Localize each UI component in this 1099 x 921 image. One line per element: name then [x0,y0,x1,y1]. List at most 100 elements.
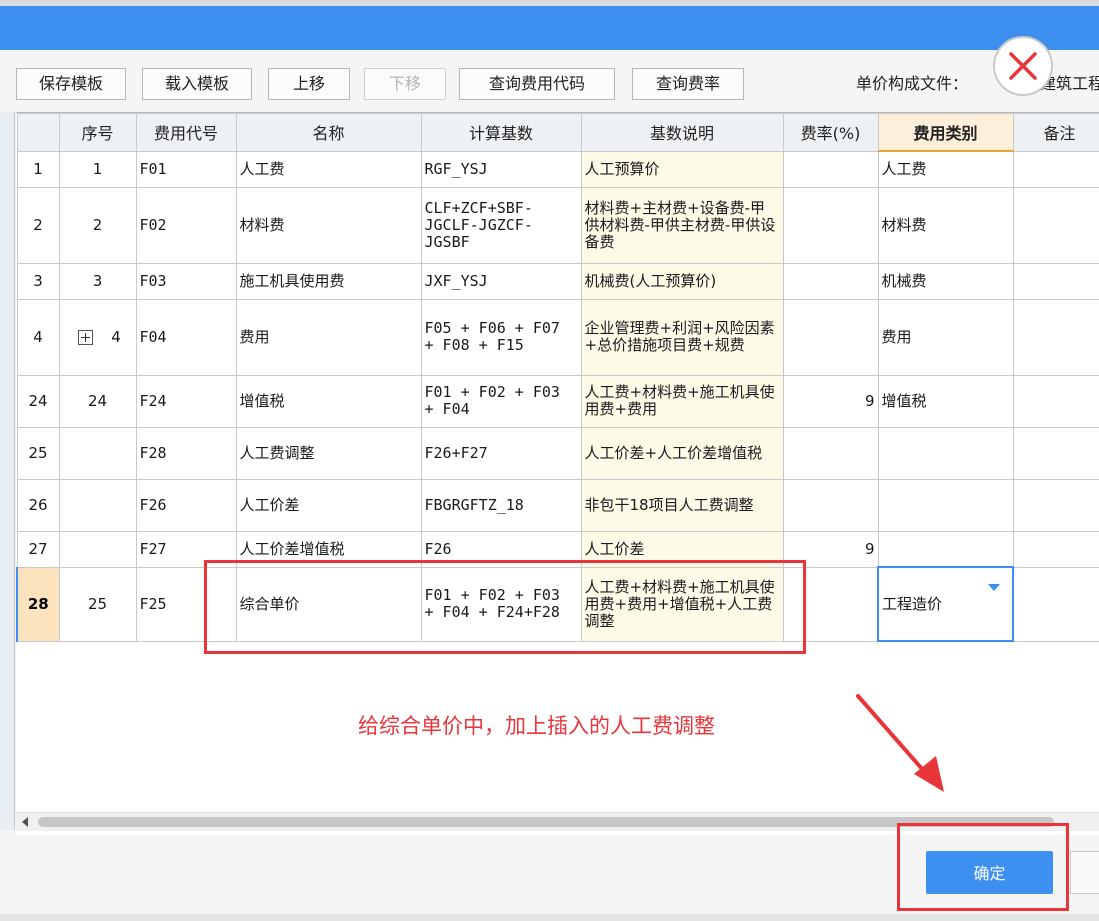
remark-cell[interactable] [1012,426,1099,480]
code-cell[interactable]: F01 [135,150,237,188]
remark-cell[interactable] [1012,530,1099,568]
name-cell[interactable]: 材料费 [235,186,422,264]
move-down-button[interactable]: 下移 [364,68,446,100]
category-dropdown[interactable]: 工程造价 [877,566,1014,642]
rate-cell[interactable] [782,426,879,480]
row-number[interactable]: 1 [16,150,60,188]
category-cell[interactable]: 增值税 [877,374,1014,428]
code-cell[interactable]: F03 [135,262,237,300]
remark-cell[interactable] [1012,566,1099,642]
desc-cell[interactable]: 人工费+材料费+施工机具使用费+费用 [580,374,784,428]
seq-cell[interactable]: 3 [58,262,137,300]
row-number[interactable]: 2 [16,186,60,264]
query-fee-code-button[interactable]: 查询费用代码 [459,68,615,100]
remark-cell[interactable] [1012,186,1099,264]
table-row[interactable]: 24 24 F24 增值税 F01 + F02 + F03 + F04 人工费+… [16,374,1099,428]
seq-cell[interactable] [58,530,137,568]
row-number[interactable]: 27 [16,530,60,568]
base-cell[interactable]: CLF+ZCF+SBF-JGCLF-JGZCF-JGSBF [420,186,582,264]
rate-cell[interactable] [782,478,879,532]
remark-cell[interactable] [1012,478,1099,532]
seq-cell[interactable] [58,426,137,480]
name-cell[interactable]: 人工费调整 [235,426,422,480]
desc-cell[interactable]: 企业管理费+利润+风险因素+总价措施项目费+规费 [580,298,784,376]
save-template-button[interactable]: 保存模板 [16,68,126,100]
desc-cell[interactable]: 人工预算价 [580,150,784,188]
header-rate[interactable]: 费率(%) [782,113,879,152]
header-seq[interactable]: 序号 [58,113,137,152]
rate-cell[interactable]: 9 [782,374,879,428]
header-base[interactable]: 计算基数 [420,113,582,152]
query-rate-button[interactable]: 查询费率 [632,68,744,100]
dropdown-arrow-icon[interactable] [988,584,1000,591]
rate-cell[interactable] [782,186,879,264]
code-cell[interactable]: F28 [135,426,237,480]
remark-cell[interactable] [1012,374,1099,428]
remark-cell[interactable] [1012,262,1099,300]
category-cell[interactable] [877,426,1014,480]
name-cell[interactable]: 人工费 [235,150,422,188]
cancel-button[interactable] [1070,851,1099,894]
base-cell[interactable]: RGF_YSJ [420,150,582,188]
rate-cell[interactable] [782,262,879,300]
desc-cell[interactable]: 材料费+主材费+设备费-甲供材料费-甲供主材费-甲供设备费 [580,186,784,264]
seq-cell[interactable]: 4 [58,298,137,376]
code-cell[interactable]: F24 [135,374,237,428]
table-row[interactable]: 3 3 F03 施工机具使用费 JXF_YSJ 机械费(人工预算价) 机械费 [16,262,1099,300]
move-up-button[interactable]: 上移 [268,68,350,100]
row-number[interactable]: 4 [16,298,60,376]
header-name[interactable]: 名称 [235,113,422,152]
seq-cell[interactable]: 1 [58,150,137,188]
rate-cell[interactable] [782,298,879,376]
row-number[interactable]: 25 [16,426,60,480]
load-template-button[interactable]: 载入模板 [142,68,252,100]
category-cell[interactable] [877,478,1014,532]
base-cell[interactable]: JXF_YSJ [420,262,582,300]
name-cell[interactable]: 施工机具使用费 [235,262,422,300]
name-cell[interactable]: 费用 [235,298,422,376]
table-row[interactable]: 25 F28 人工费调整 F26+F27 人工价差+人工价差增值税 [16,426,1099,480]
name-cell[interactable]: 增值税 [235,374,422,428]
category-cell[interactable]: 材料费 [877,186,1014,264]
base-cell[interactable]: FBGRGFTZ_18 [420,478,582,532]
row-number[interactable]: 24 [16,374,60,428]
close-button[interactable] [993,36,1053,96]
table-row[interactable]: 4 4 F04 费用 F05 + F06 + F07 + F08 + F15 企… [16,298,1099,376]
category-cell[interactable] [877,530,1014,568]
row-number[interactable]: 26 [16,478,60,532]
desc-cell[interactable]: 人工价差+人工价差增值税 [580,426,784,480]
code-cell[interactable]: F02 [135,186,237,264]
rate-cell[interactable] [782,150,879,188]
header-remark[interactable]: 备注 [1012,113,1099,152]
category-cell[interactable]: 费用 [877,298,1014,376]
header-category[interactable]: 费用类别 [877,113,1014,152]
desc-cell[interactable]: 机械费(人工预算价) [580,262,784,300]
code-cell[interactable]: F26 [135,478,237,532]
remark-cell[interactable] [1012,150,1099,188]
seq-cell[interactable]: 2 [58,186,137,264]
desc-cell[interactable]: 非包干18项目人工费调整 [580,478,784,532]
scroll-left-icon[interactable] [22,817,28,827]
remark-cell[interactable] [1012,298,1099,376]
base-cell[interactable]: F05 + F06 + F07 + F08 + F15 [420,298,582,376]
annotation-text: 给综合单价中，加上插入的人工费调整 [358,714,715,738]
base-cell[interactable]: F26+F27 [420,426,582,480]
table-row[interactable]: 26 F26 人工价差 FBGRGFTZ_18 非包干18项目人工费调整 [16,478,1099,532]
seq-cell[interactable]: 25 [58,566,137,642]
confirm-button[interactable]: 确定 [926,851,1053,894]
expand-icon[interactable] [78,329,94,345]
row-number[interactable]: 3 [16,262,60,300]
dialog-title-bar[interactable] [0,6,1099,50]
header-code[interactable]: 费用代号 [135,113,237,152]
seq-cell[interactable]: 24 [58,374,137,428]
table-row[interactable]: 1 1 F01 人工费 RGF_YSJ 人工预算价 人工费 [16,150,1099,188]
base-cell[interactable]: F01 + F02 + F03 + F04 [420,374,582,428]
row-number[interactable]: 28 [16,566,60,642]
name-cell[interactable]: 人工价差 [235,478,422,532]
header-desc[interactable]: 基数说明 [580,113,784,152]
seq-cell[interactable] [58,478,137,532]
table-row[interactable]: 2 2 F02 材料费 CLF+ZCF+SBF-JGCLF-JGZCF-JGSB… [16,186,1099,264]
category-cell[interactable]: 人工费 [877,150,1014,188]
code-cell[interactable]: F04 [135,298,237,376]
category-cell[interactable]: 机械费 [877,262,1014,300]
